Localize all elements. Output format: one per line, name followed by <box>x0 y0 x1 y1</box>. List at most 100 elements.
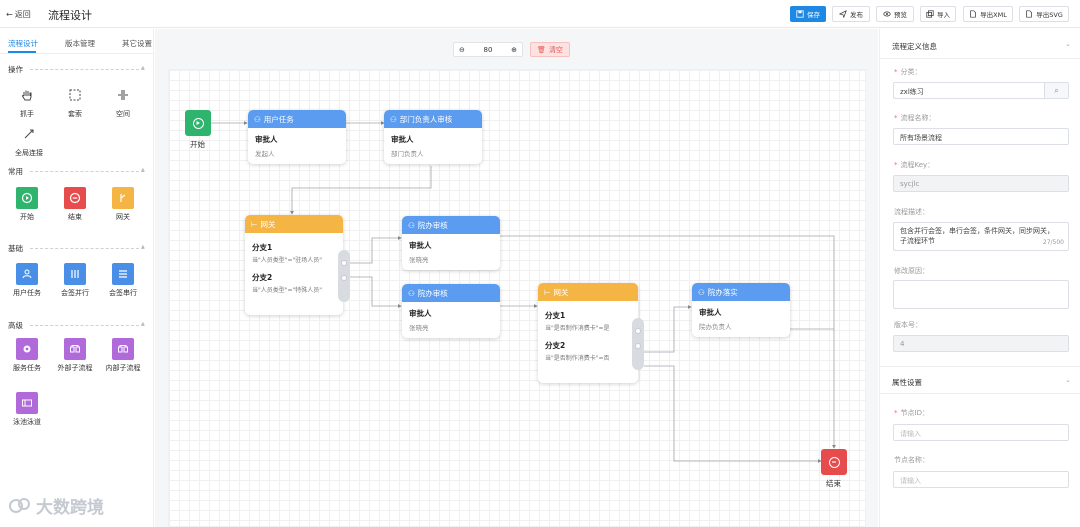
tabs-divider <box>0 53 154 54</box>
tool-start[interactable]: 开始 <box>7 187 47 222</box>
edge-gw2-end <box>644 365 822 463</box>
version-input: 4 <box>893 335 1069 352</box>
user-icon: ⚇ <box>408 288 415 298</box>
node-header: ⚇ 部门负责人审核 <box>384 110 482 128</box>
swimlane-icon <box>16 392 38 414</box>
node-gateway-2[interactable]: ⊢ 网关 分支1 当"是否制作消费卡"=是 分支2 当"是否制作消费卡"=否 <box>538 283 638 383</box>
page-title: 流程设计 <box>48 9 92 22</box>
tool-parallel-sign[interactable]: 会签并行 <box>55 263 95 298</box>
section-attributes[interactable]: 属性设置 ⌄ <box>880 366 1080 394</box>
tab-version-management[interactable]: 版本管理 <box>65 38 95 49</box>
node-yuanban-review-1[interactable]: ⚇ 院办审核 审批人 张晓亮 <box>402 216 500 270</box>
eye-icon <box>883 11 891 17</box>
collapse-icon[interactable]: ▲ <box>141 167 145 173</box>
tool-serial-sign[interactable]: 会签串行 <box>103 263 143 298</box>
branch-port[interactable] <box>341 260 347 266</box>
connect-icon <box>18 123 40 145</box>
file-icon <box>1026 10 1032 18</box>
save-label: 保存 <box>807 11 820 19</box>
tool-user-task[interactable]: 用户任务 <box>7 263 47 298</box>
section-process-definition[interactable]: 流程定义信息 ⌄ <box>880 31 1080 59</box>
node-approver-label: 审批人 <box>255 135 278 144</box>
node-id-input[interactable]: 请输入 <box>893 424 1069 441</box>
clear-button[interactable]: 🗑 清空 <box>530 42 570 57</box>
gateway-branch-handle[interactable] <box>632 318 644 370</box>
tool-lasso-label: 套索 <box>68 110 82 118</box>
preview-button[interactable]: 预览 <box>876 6 914 22</box>
design-canvas[interactable]: 开始 ⚇ 用户任务 审批人 发起人 ⚇ 部门负责人审核 审批人 部门负责人 ⊢ … <box>168 69 866 527</box>
gateway-branch-handle[interactable] <box>338 250 350 302</box>
tool-service-task[interactable]: 服务任务 <box>7 338 47 373</box>
export-svg-button[interactable]: 导出SVG <box>1019 6 1069 22</box>
category-value: zxl练习 <box>900 88 924 96</box>
start-node[interactable] <box>185 110 211 136</box>
node-yuanban-implement[interactable]: ⚇ 院办落实 审批人 院办负责人 <box>692 283 790 337</box>
tool-end[interactable]: 结束 <box>55 187 95 222</box>
tool-gateway[interactable]: 网关 <box>103 187 143 222</box>
end-icon <box>64 187 86 209</box>
node-title: 用户任务 <box>263 114 294 124</box>
publish-button[interactable]: 发布 <box>832 6 870 22</box>
user-icon: ⚇ <box>254 114 261 124</box>
serial-icon <box>112 263 134 285</box>
node-id-label: * 节点ID： <box>894 409 929 417</box>
branch-port[interactable] <box>341 275 347 281</box>
node-title: 网关 <box>553 287 569 297</box>
search-icon[interactable]: ⌕ <box>1044 83 1068 98</box>
tab-process-design[interactable]: 流程设计 <box>8 38 38 49</box>
tool-swimlane[interactable]: 泳池泳道 <box>7 392 47 427</box>
modify-reason-textarea[interactable] <box>893 280 1069 309</box>
clear-label: 清空 <box>548 45 563 54</box>
tool-parallel-sign-label: 会签并行 <box>61 289 89 297</box>
node-user-task[interactable]: ⚇ 用户任务 审批人 发起人 <box>248 110 346 164</box>
edge-gw1-yuanban2 <box>350 276 402 308</box>
tool-hand[interactable]: 抓手 <box>7 84 47 119</box>
node-header: ⊢ 网关 <box>538 283 638 301</box>
import-label: 导入 <box>937 11 950 19</box>
collapse-icon[interactable]: ▲ <box>141 65 145 71</box>
version-label: 版本号： <box>894 321 922 329</box>
node-gateway-1[interactable]: ⊢ 网关 分支1 当"人员类型"="驻场人员" 分支2 当"人员类型"="特殊人… <box>245 215 343 315</box>
space-icon <box>112 84 134 106</box>
end-node[interactable] <box>821 449 847 475</box>
branch-port[interactable] <box>635 328 641 334</box>
start-icon <box>16 187 38 209</box>
tab-other-settings[interactable]: 其它设置 <box>122 38 152 49</box>
export-xml-button[interactable]: 导出XML <box>963 6 1013 22</box>
tool-serial-sign-label: 会签串行 <box>109 289 137 297</box>
category-select[interactable]: zxl练习 ⌕ <box>893 82 1069 99</box>
user-icon: ⚇ <box>390 114 397 124</box>
node-header: ⚇ 院办审核 <box>402 284 500 302</box>
zoom-in-icon[interactable]: ⊕ <box>511 46 517 54</box>
branch-title: 分支1 <box>545 311 566 320</box>
zoom-level[interactable]: 80 <box>484 46 493 54</box>
tool-external-subprocess[interactable]: 外部子流程 <box>55 338 95 373</box>
process-desc-textarea[interactable]: 包含并行会签，串行会签，条件网关，同步网关， 子流程环节 27/500 <box>893 222 1069 251</box>
node-title: 网关 <box>260 219 276 229</box>
tool-global-connect[interactable]: 全局连接 <box>9 123 49 158</box>
node-title: 院办审核 <box>417 288 448 298</box>
node-yuanban-review-2[interactable]: ⚇ 院办审核 审批人 张晓亮 <box>402 284 500 338</box>
parallel-icon <box>64 263 86 285</box>
back-button[interactable]: ← 返回 <box>6 9 31 20</box>
import-button[interactable]: 导入 <box>920 6 956 22</box>
branch-port[interactable] <box>635 343 641 349</box>
watermark-logo-icon <box>9 497 30 513</box>
tool-space[interactable]: 空间 <box>103 84 143 119</box>
section-title-basic: 基础 <box>8 244 23 253</box>
hand-icon <box>16 84 38 106</box>
tool-user-task-label: 用户任务 <box>13 289 41 297</box>
node-title: 部门负责人审核 <box>399 114 453 124</box>
collapse-icon[interactable]: ▲ <box>141 321 145 327</box>
tool-internal-subprocess[interactable]: 内部子流程 <box>103 338 143 373</box>
back-label: 返回 <box>14 10 31 19</box>
zoom-out-icon[interactable]: ⊖ <box>459 46 465 54</box>
save-button[interactable]: 保存 <box>790 6 826 22</box>
tool-space-label: 空间 <box>116 110 130 118</box>
process-name-input[interactable]: 所有场景流程 <box>893 128 1069 145</box>
node-name-input[interactable]: 请输入 <box>893 471 1069 488</box>
zoom-control: ⊖ 80 ⊕ <box>453 42 523 57</box>
node-dept-head-review[interactable]: ⚇ 部门负责人审核 审批人 部门负责人 <box>384 110 482 164</box>
collapse-icon[interactable]: ▲ <box>141 244 145 250</box>
tool-lasso[interactable]: 套索 <box>55 84 95 119</box>
